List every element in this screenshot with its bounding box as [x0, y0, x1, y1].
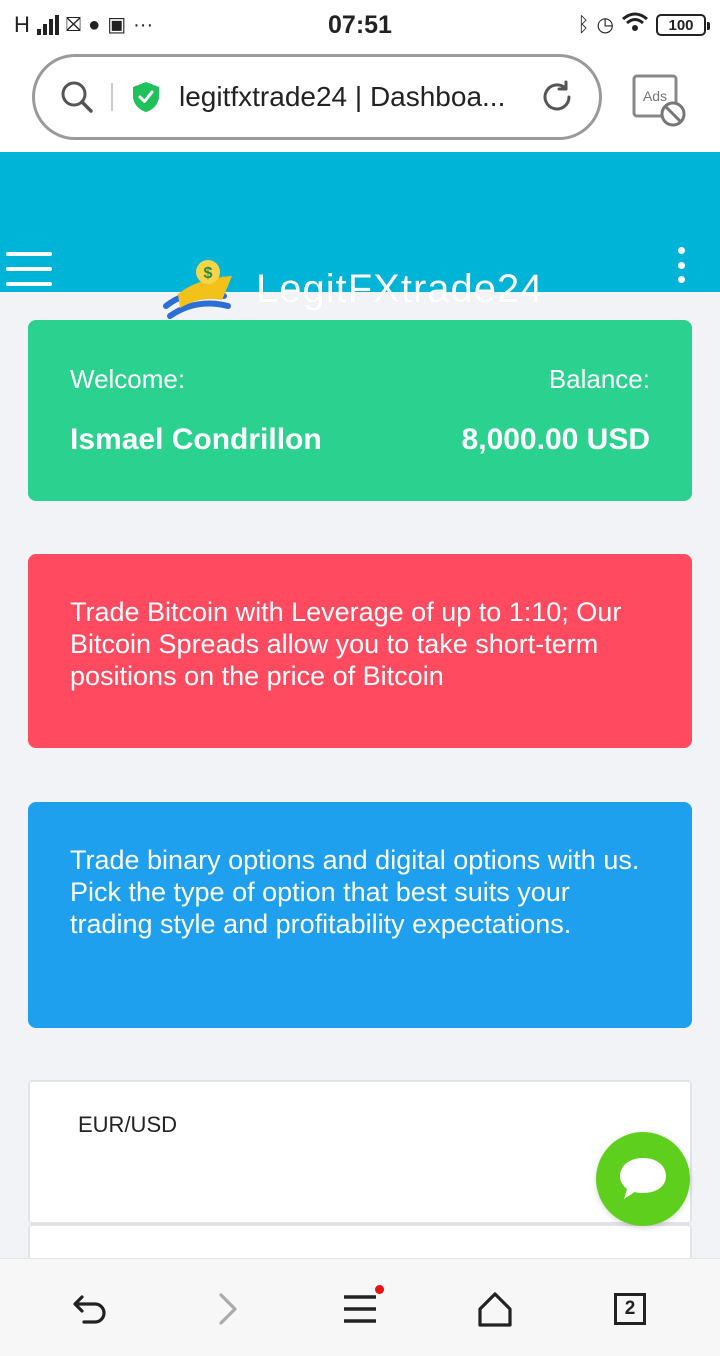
- more-notifications-icon: ···: [133, 14, 154, 36]
- notification-dot: [375, 1285, 384, 1294]
- menu-icon: [344, 1295, 376, 1323]
- forward-icon: [219, 1293, 237, 1325]
- reload-icon[interactable]: [537, 77, 577, 117]
- search-icon[interactable]: [57, 77, 97, 117]
- browser-bar: legitfxtrade24 | Dashboa... Ads: [0, 50, 720, 152]
- url-title[interactable]: legitfxtrade24 | Dashboa...: [179, 81, 531, 113]
- shield-check-icon: [131, 80, 161, 114]
- status-left: H ⛝ ● ▣ ···: [14, 12, 153, 38]
- promo-card-bitcoin: Trade Bitcoin with Leverage of up to 1:1…: [28, 554, 692, 748]
- promo-card-options: Trade binary options and digital options…: [28, 802, 692, 1028]
- tabs-icon: 2: [614, 1293, 646, 1325]
- ticker-widget[interactable]: EUR/USD: [28, 1080, 692, 1224]
- tabs-button[interactable]: 2: [606, 1285, 654, 1333]
- ads-block-button[interactable]: Ads: [630, 72, 690, 128]
- browser-menu-button[interactable]: [336, 1285, 384, 1333]
- welcome-label: Welcome:: [70, 364, 186, 394]
- browser-bottom-nav: 2: [0, 1258, 720, 1356]
- hamburger-menu-icon[interactable]: [6, 252, 52, 286]
- home-icon: [478, 1292, 512, 1327]
- currency-pair: EUR/USD: [78, 1112, 178, 1137]
- ads-label: Ads: [643, 88, 667, 104]
- svg-text:$: $: [204, 265, 213, 282]
- status-bar: H ⛝ ● ▣ ··· 07:51 ᛒ ◷ 100: [0, 0, 720, 50]
- more-vertical-icon[interactable]: [672, 247, 690, 283]
- home-button[interactable]: [471, 1285, 519, 1333]
- value-row: Ismael Condrillon 8,000.00 USD: [70, 395, 650, 457]
- status-right: ᛒ ◷ 100: [577, 11, 710, 39]
- notification-icon: ⛝: [65, 14, 82, 36]
- chat-bubble-icon: [620, 1158, 666, 1199]
- signal-icon: [36, 15, 59, 35]
- battery-icon: 100: [656, 14, 710, 36]
- address-bar[interactable]: legitfxtrade24 | Dashboa...: [32, 54, 602, 140]
- promo-text: Trade Bitcoin with Leverage of up to 1:1…: [70, 597, 622, 691]
- chat-button[interactable]: [596, 1132, 690, 1226]
- forward-button[interactable]: [202, 1285, 250, 1333]
- wifi-icon: [621, 11, 649, 39]
- bluetooth-icon: ᛒ: [577, 14, 590, 36]
- welcome-card: Welcome: Balance: Ismael Condrillon 8,00…: [28, 320, 692, 501]
- alarm-icon: ◷: [596, 14, 614, 36]
- compass-icon: ●: [88, 14, 101, 36]
- balance-value: 8,000.00 USD: [461, 423, 650, 456]
- balance-label: Balance:: [548, 364, 650, 394]
- back-button[interactable]: [66, 1285, 114, 1333]
- mic-icon: ▣: [107, 14, 127, 36]
- brand-name: LegitFXtrade24: [256, 266, 544, 311]
- promo-text: Trade binary options and digital options…: [70, 845, 640, 939]
- divider: [111, 83, 113, 111]
- logo-icon: $: [163, 260, 232, 319]
- user-name: Ismael Condrillon: [70, 423, 322, 456]
- network-type: H: [14, 12, 30, 37]
- label-row: Welcome: Balance:: [70, 364, 650, 395]
- site-logo[interactable]: $ LegitFXtrade24: [162, 256, 544, 322]
- back-icon: [73, 1295, 106, 1324]
